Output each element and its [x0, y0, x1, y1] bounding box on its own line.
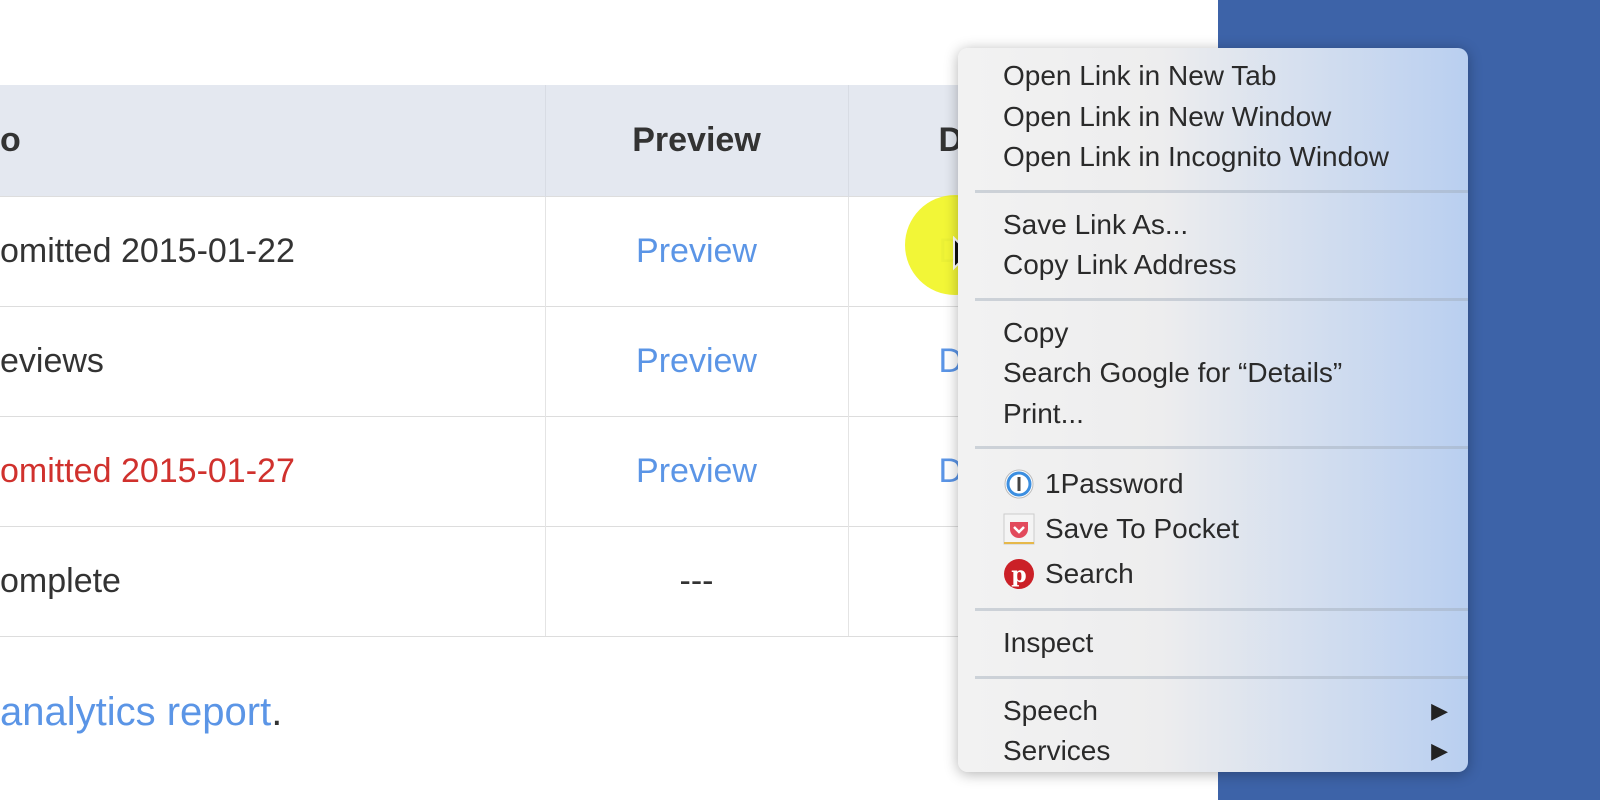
menu-item-services[interactable]: Services ▶	[958, 731, 1468, 772]
menu-item-speech[interactable]: Speech ▶	[958, 691, 1468, 732]
menu-item-save-to-pocket[interactable]: Save To Pocket	[958, 506, 1468, 551]
menu-item-open-new-tab[interactable]: Open Link in New Tab	[958, 56, 1468, 97]
submenu-arrow-icon: ▶	[1431, 697, 1448, 723]
column-header-status: o	[0, 85, 546, 196]
menu-item-label: Search	[1045, 558, 1134, 589]
pocket-icon	[1003, 513, 1035, 545]
preview-link[interactable]: Preview	[636, 232, 757, 270]
menu-item-copy-link-address[interactable]: Copy Link Address	[958, 245, 1468, 286]
menu-item-1password[interactable]: 1Password	[958, 461, 1468, 506]
submenu-arrow-icon: ▶	[1431, 738, 1448, 763]
menu-item-inspect[interactable]: Inspect	[958, 623, 1468, 664]
menu-item-label: Services	[1003, 735, 1111, 766]
preview-empty: ---	[545, 525, 849, 637]
menu-item-open-incognito[interactable]: Open Link in Incognito Window	[958, 137, 1468, 178]
menu-separator	[975, 675, 1468, 679]
menu-separator	[975, 189, 1468, 193]
footer-text: analytics report.	[0, 690, 282, 735]
menu-item-search-google[interactable]: Search Google for “Details”	[958, 353, 1468, 394]
menu-item-pinterest-search[interactable]: p Search	[958, 551, 1468, 596]
svg-text:p: p	[1011, 562, 1026, 588]
menu-item-label: Speech	[1003, 694, 1098, 726]
status-cell: omitted 2015-01-27	[0, 415, 546, 526]
menu-item-print[interactable]: Print...	[958, 394, 1468, 435]
menu-separator	[975, 297, 1468, 301]
status-cell: omplete	[0, 525, 546, 637]
analytics-report-link[interactable]: analytics report	[0, 690, 271, 734]
menu-separator	[975, 608, 1468, 611]
column-header-preview: Preview	[545, 85, 849, 196]
pinterest-icon: p	[1004, 558, 1034, 589]
preview-link[interactable]: Preview	[636, 342, 757, 380]
preview-link[interactable]: Preview	[636, 452, 757, 490]
menu-item-copy[interactable]: Copy	[958, 313, 1468, 354]
menu-item-label: Save To Pocket	[1045, 513, 1240, 544]
status-cell: omitted 2015-01-22	[0, 195, 546, 306]
menu-item-label: 1Password	[1045, 468, 1184, 499]
menu-separator	[975, 446, 1468, 449]
1password-icon	[1004, 469, 1034, 499]
footer-suffix: .	[271, 690, 283, 734]
context-menu: Open Link in New Tab Open Link in New Wi…	[958, 48, 1468, 772]
menu-item-save-link-as[interactable]: Save Link As...	[958, 205, 1468, 246]
status-cell: eviews	[0, 305, 546, 416]
menu-item-open-new-window[interactable]: Open Link in New Window	[958, 97, 1468, 138]
